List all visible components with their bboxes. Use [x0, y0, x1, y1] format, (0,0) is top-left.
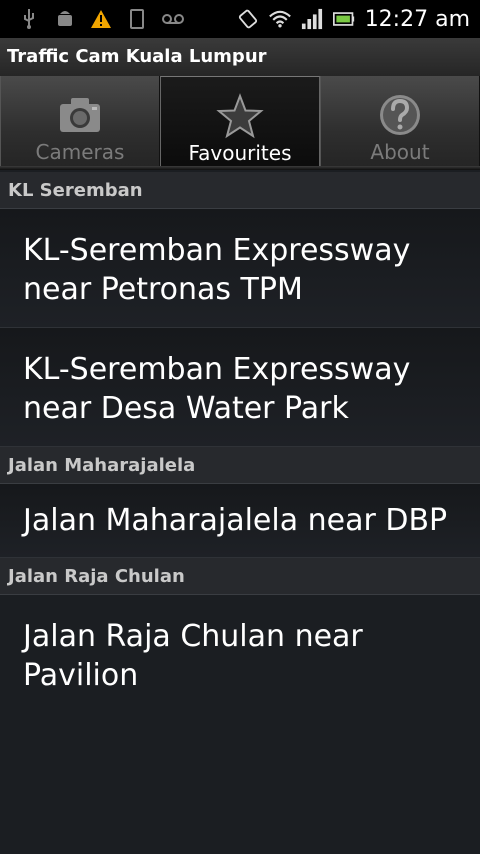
status-bar: 12:27 am	[0, 0, 480, 38]
rotate-icon	[237, 8, 259, 30]
tab-cameras[interactable]: Cameras	[0, 76, 160, 170]
warning-icon	[90, 8, 112, 30]
tab-bar: Cameras Favourites About	[0, 76, 480, 170]
section-header-label: Jalan Maharajalela	[8, 455, 196, 476]
star-icon	[216, 93, 264, 139]
tab-favourites-label: Favourites	[188, 141, 292, 165]
section-header: KL Seremban	[0, 172, 480, 209]
tab-about[interactable]: About	[320, 76, 480, 170]
usb-icon	[18, 8, 40, 30]
section-header-label: Jalan Raja Chulan	[8, 566, 185, 587]
voicemail-icon	[162, 8, 184, 30]
tab-favourites[interactable]: Favourites	[160, 76, 320, 170]
app-title-bar: Traffic Cam Kuala Lumpur	[0, 38, 480, 77]
list-item[interactable]: KL-Seremban Expressway near Desa Water P…	[0, 328, 480, 447]
signal-icon	[301, 8, 323, 30]
list-item[interactable]: Jalan Raja Chulan near Pavilion	[0, 595, 480, 713]
section-header-label: KL Seremban	[8, 180, 143, 201]
section-header: Jalan Maharajalela	[0, 447, 480, 484]
list-item[interactable]: KL-Seremban Expressway near Petronas TPM	[0, 209, 480, 328]
tab-cameras-label: Cameras	[35, 140, 125, 164]
section-header: Jalan Raja Chulan	[0, 558, 480, 595]
notification-icons	[18, 8, 184, 30]
list-item[interactable]: Jalan Maharajalela near DBP	[0, 484, 480, 558]
sd-card-icon	[126, 8, 148, 30]
system-icons: 12:27 am	[237, 6, 470, 32]
camera-icon	[60, 98, 100, 132]
android-debug-icon	[54, 8, 76, 30]
tab-bar-divider	[0, 166, 480, 170]
tab-about-label: About	[370, 140, 430, 164]
status-clock: 12:27 am	[364, 6, 470, 32]
favourites-list: KL Seremban KL-Seremban Expressway near …	[0, 172, 480, 713]
help-icon	[380, 95, 420, 135]
wifi-icon	[268, 8, 291, 30]
battery-icon	[332, 8, 355, 30]
app-title: Traffic Cam Kuala Lumpur	[7, 46, 267, 67]
